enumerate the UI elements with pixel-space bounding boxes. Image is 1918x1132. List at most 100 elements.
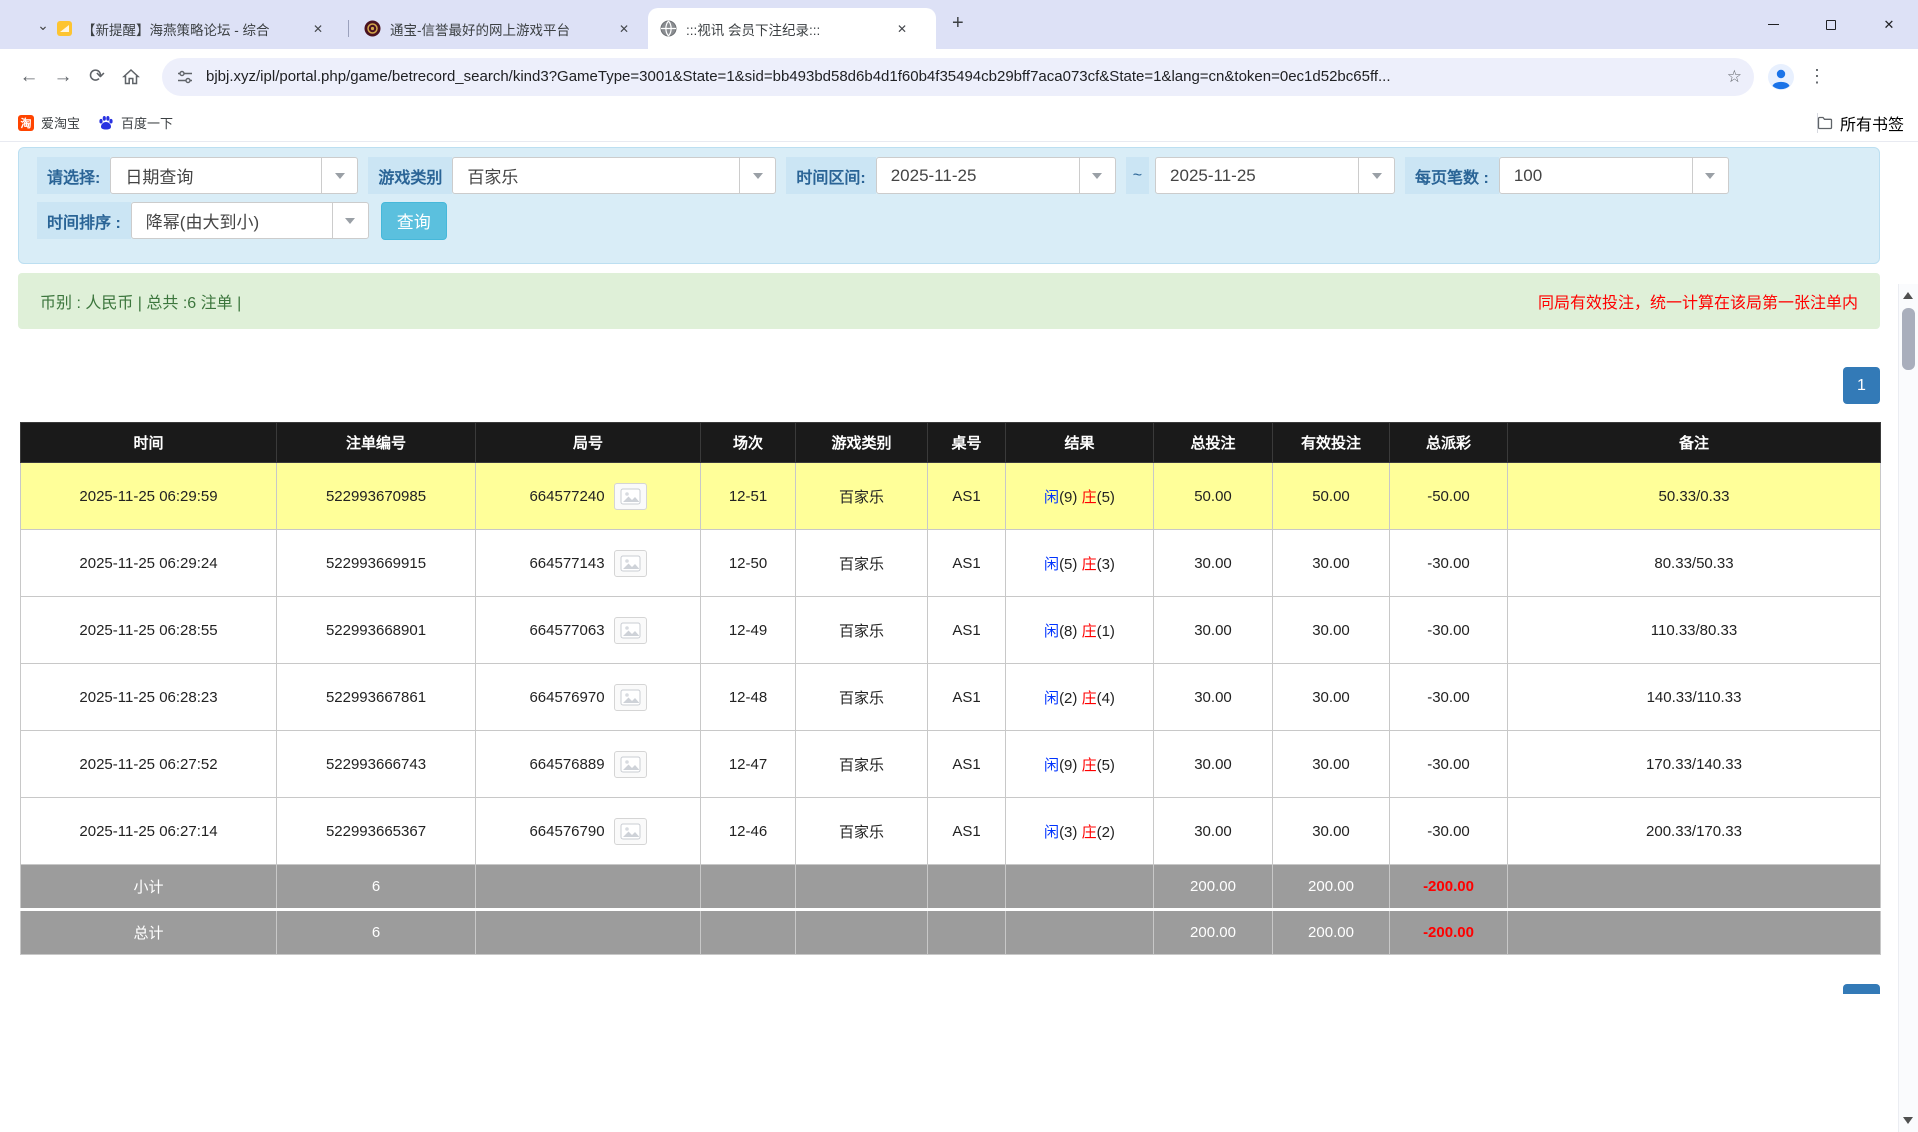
tab-close-icon[interactable]: ✕ [892,19,912,39]
close-icon: ✕ [1884,17,1895,33]
tab-bet-records-active[interactable]: :::视讯 会员下注纪录::: ✕ [648,8,936,49]
table-row: 2025-11-25 06:29:24522993669915664577143… [21,530,1881,597]
browser-toolbar: ← → ⟳ bjbj.xyz/ipl/portal.php/game/betre… [0,49,1918,104]
banker-result: 庄 [1082,690,1097,707]
all-bookmarks-button[interactable]: 所有书签 [1817,111,1904,135]
player-result: 闲 [1044,556,1059,573]
tab-close-icon[interactable]: ✕ [308,19,328,39]
address-bar[interactable]: bjbj.xyz/ipl/portal.php/game/betrecord_s… [162,58,1754,96]
round-result-image-button[interactable] [614,617,647,644]
page-size-select[interactable]: 100 [1499,157,1729,194]
date-from-value: 2025-11-25 [877,166,1079,186]
filter-row-2: 时间排序 : 降幂(由大到小) 查询 [37,202,1879,239]
cell-round: 664577063 [476,597,701,664]
round-result-image-button[interactable] [614,684,647,711]
cell-bet-id: 522993666743 [277,731,476,798]
forward-button[interactable]: → [46,60,80,94]
banker-result: 庄 [1082,757,1097,774]
column-header: 有效投注 [1273,423,1390,463]
banker-result: 庄 [1082,556,1097,573]
totals-total-bet: 200.00 [1154,865,1273,910]
cell-round: 664577143 [476,530,701,597]
scroll-down-icon[interactable] [1903,1117,1913,1124]
dropdown-caret-icon [739,158,775,193]
reload-button[interactable]: ⟳ [80,60,114,94]
tab-tongbao-gaming[interactable]: 通宝-信誉最好的网上游戏平台 ✕ [352,8,644,49]
cell-table-number: AS1 [928,798,1006,865]
date-from-select[interactable]: 2025-11-25 [876,157,1116,194]
cell-game-type: 百家乐 [796,597,928,664]
column-header: 场次 [701,423,796,463]
dropdown-caret-icon [1692,158,1728,193]
cell-payout: -30.00 [1390,798,1508,865]
cell-valid-bet: 50.00 [1273,463,1390,530]
bookmark-baidu[interactable]: 百度一下 [98,113,173,132]
cell-game-type: 百家乐 [796,463,928,530]
profile-avatar[interactable] [1766,62,1796,92]
scroll-up-icon[interactable] [1903,292,1913,299]
dropdown-caret-icon [1358,158,1394,193]
cell-game-type: 百家乐 [796,664,928,731]
query-type-select[interactable]: 日期查询 [110,157,358,194]
round-number: 664577240 [529,488,604,505]
cell-table-number: AS1 [928,463,1006,530]
sort-order-select[interactable]: 降幂(由大到小) [131,202,369,239]
round-result-image-button[interactable] [614,483,647,510]
cell-bet-id: 522993670985 [277,463,476,530]
tab-close-icon[interactable]: ✕ [614,19,634,39]
window-maximize-button[interactable] [1802,0,1860,49]
game-type-value: 百家乐 [453,163,739,188]
totals-valid-bet: 200.00 [1273,910,1390,955]
bookmark-label: 爱淘宝 [41,113,80,132]
filter-panel: 请选择: 日期查询 游戏类别 百家乐 时间区间: 2025-11-25 ~ 20… [18,147,1880,264]
dropdown-caret-icon [332,203,368,238]
tab-strip: ⌄ 【新提醒】海燕策略论坛 - 综合 ✕ 通宝-信誉最好的网上游戏平台 ✕ ::… [0,0,1918,49]
page-size-value: 100 [1500,166,1692,186]
cell-note: 80.33/50.33 [1508,530,1881,597]
back-button[interactable]: ← [12,60,46,94]
subtotal-row: 小计6200.00200.00-200.00 [21,865,1881,910]
dropdown-caret-icon [321,158,357,193]
pagination-bottom-partial-button[interactable] [1843,984,1880,994]
game-type-select[interactable]: 百家乐 [452,157,776,194]
cell-payout: -30.00 [1390,731,1508,798]
round-result-image-button[interactable] [614,751,647,778]
cell-total-bet: 30.00 [1154,664,1273,731]
banker-points: (1) [1097,623,1115,640]
new-tab-button[interactable]: + [952,13,964,33]
tab-favicon-globe-icon [660,20,677,37]
round-result-image-button[interactable] [614,818,647,845]
totals-count: 6 [277,865,476,910]
browser-menu-icon[interactable]: ⋮ [1808,66,1826,87]
date-to-select[interactable]: 2025-11-25 [1155,157,1395,194]
home-button[interactable] [114,60,148,94]
banker-result: 庄 [1082,623,1097,640]
cell-result: 闲(9) 庄(5) [1006,731,1154,798]
pagination-page-1-button[interactable]: 1 [1843,367,1880,404]
site-settings-icon[interactable] [176,68,194,86]
player-points: (9) [1059,757,1077,774]
column-header: 游戏类别 [796,423,928,463]
scrollbar-thumb[interactable] [1902,308,1915,370]
cell-note: 200.33/170.33 [1508,798,1881,865]
player-result: 闲 [1044,757,1059,774]
banker-points: (5) [1097,757,1115,774]
cell-table-number: AS1 [928,530,1006,597]
date-range-label: 时间区间: [786,157,875,194]
search-button[interactable]: 查询 [381,202,447,240]
round-result-image-button[interactable] [614,550,647,577]
tab-haiyan-forum[interactable]: 【新提醒】海燕策略论坛 - 综合 ✕ [44,8,344,49]
cell-session: 12-51 [701,463,796,530]
vertical-scrollbar[interactable] [1898,284,1918,1132]
window-close-button[interactable]: ✕ [1860,0,1918,49]
totals-empty [1006,865,1154,910]
url-text[interactable]: bjbj.xyz/ipl/portal.php/game/betrecord_s… [206,68,1717,85]
bookmark-star-icon[interactable]: ☆ [1727,67,1742,87]
cell-total-bet: 30.00 [1154,731,1273,798]
player-result: 闲 [1044,690,1059,707]
window-minimize-button[interactable] [1744,0,1802,49]
tab-title: :::视讯 会员下注纪录::: [686,19,886,39]
bookmark-aitaobao[interactable]: 淘 爱淘宝 [18,113,80,132]
cell-round: 664577240 [476,463,701,530]
cell-bet-id: 522993669915 [277,530,476,597]
